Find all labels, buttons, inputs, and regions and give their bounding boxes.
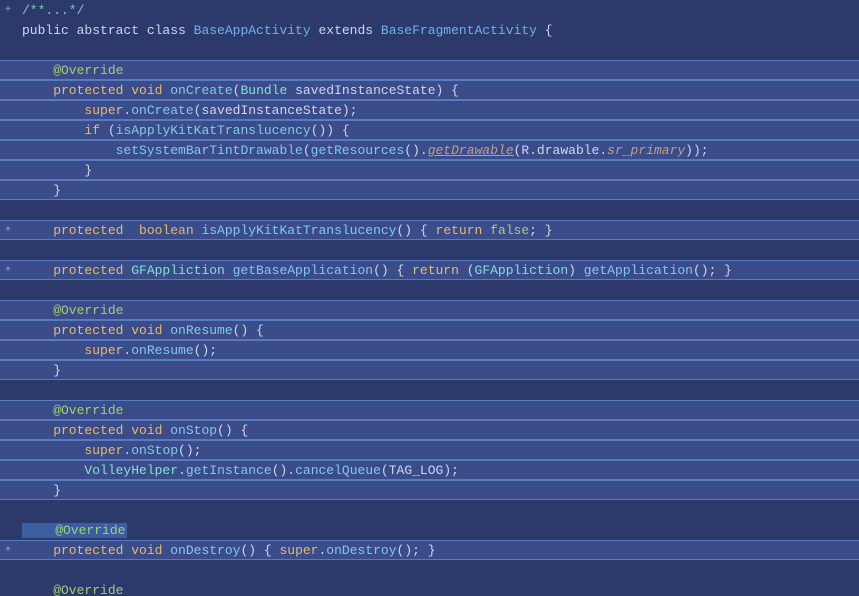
code-line-17: protected void onResume() { — [0, 320, 859, 340]
line-content-18: super.onResume(); — [18, 343, 859, 358]
code-line-1: + /**...*/ — [0, 0, 859, 20]
fold-icon-1[interactable]: + — [5, 5, 11, 16]
code-line-12: + protected boolean isApplyKitKatTranslu… — [0, 220, 859, 240]
line-content-4: @Override — [18, 63, 859, 78]
code-line-15 — [0, 280, 859, 300]
line-content-29 — [18, 563, 859, 578]
line-content-26 — [18, 503, 859, 518]
code-line-21: @Override — [0, 400, 859, 420]
code-line-11 — [0, 200, 859, 220]
gutter-14: + — [0, 265, 18, 276]
line-content-25: } — [18, 483, 859, 498]
line-content-21: @Override — [18, 403, 859, 418]
fold-icon-14[interactable]: + — [5, 265, 11, 276]
code-line-13 — [0, 240, 859, 260]
code-editor: + /**...*/ public abstract class BaseApp… — [0, 0, 859, 596]
line-content-17: protected void onResume() { — [18, 323, 859, 338]
code-line-30: @Override — [0, 580, 859, 596]
line-content-28: protected void onDestroy() { super.onDes… — [18, 543, 859, 558]
code-line-19: } — [0, 360, 859, 380]
line-content-2: public abstract class BaseAppActivity ex… — [18, 23, 859, 38]
line-content-27: @Override — [18, 523, 859, 538]
line-content-8: setSystemBarTintDrawable(getResources().… — [18, 143, 859, 158]
fold-icon-12[interactable]: + — [5, 225, 11, 236]
code-line-26 — [0, 500, 859, 520]
code-line-24: VolleyHelper.getInstance().cancelQueue(T… — [0, 460, 859, 480]
line-content-16: @Override — [18, 303, 859, 318]
code-line-14: + protected GFAppliction getBaseApplicat… — [0, 260, 859, 280]
code-line-10: } — [0, 180, 859, 200]
line-content-22: protected void onStop() { — [18, 423, 859, 438]
line-content-3 — [18, 43, 859, 58]
code-line-25: } — [0, 480, 859, 500]
gutter-1: + — [0, 5, 18, 16]
code-line-29 — [0, 560, 859, 580]
line-content-6: super.onCreate(savedInstanceState); — [18, 103, 859, 118]
line-content-20 — [18, 383, 859, 398]
line-content-14: protected GFAppliction getBaseApplicatio… — [18, 263, 859, 278]
code-line-23: super.onStop(); — [0, 440, 859, 460]
code-line-7: if (isApplyKitKatTranslucency()) { — [0, 120, 859, 140]
code-line-5: protected void onCreate(Bundle savedInst… — [0, 80, 859, 100]
code-line-6: super.onCreate(savedInstanceState); — [0, 100, 859, 120]
line-content-13 — [18, 243, 859, 258]
code-line-3 — [0, 40, 859, 60]
code-line-4: @Override — [0, 60, 859, 80]
code-line-8: setSystemBarTintDrawable(getResources().… — [0, 140, 859, 160]
gutter-28: + — [0, 545, 18, 556]
line-content-24: VolleyHelper.getInstance().cancelQueue(T… — [18, 463, 859, 478]
code-line-20 — [0, 380, 859, 400]
line-content-30: @Override — [18, 583, 859, 596]
fold-icon-28[interactable]: + — [5, 545, 11, 556]
code-line-9: } — [0, 160, 859, 180]
code-line-16: @Override — [0, 300, 859, 320]
line-content-7: if (isApplyKitKatTranslucency()) { — [18, 123, 859, 138]
code-line-22: protected void onStop() { — [0, 420, 859, 440]
code-line-28: + protected void onDestroy() { super.onD… — [0, 540, 859, 560]
line-content-1: /**...*/ — [18, 3, 859, 18]
code-line-27: @Override — [0, 520, 859, 540]
line-content-9: } — [18, 163, 859, 178]
line-content-10: } — [18, 183, 859, 198]
line-content-12: protected boolean isApplyKitKatTransluce… — [18, 223, 859, 238]
gutter-12: + — [0, 225, 18, 236]
line-content-15 — [18, 283, 859, 298]
code-line-2: public abstract class BaseAppActivity ex… — [0, 20, 859, 40]
line-content-5: protected void onCreate(Bundle savedInst… — [18, 83, 859, 98]
code-line-18: super.onResume(); — [0, 340, 859, 360]
line-content-23: super.onStop(); — [18, 443, 859, 458]
line-content-11 — [18, 203, 859, 218]
line-content-19: } — [18, 363, 859, 378]
